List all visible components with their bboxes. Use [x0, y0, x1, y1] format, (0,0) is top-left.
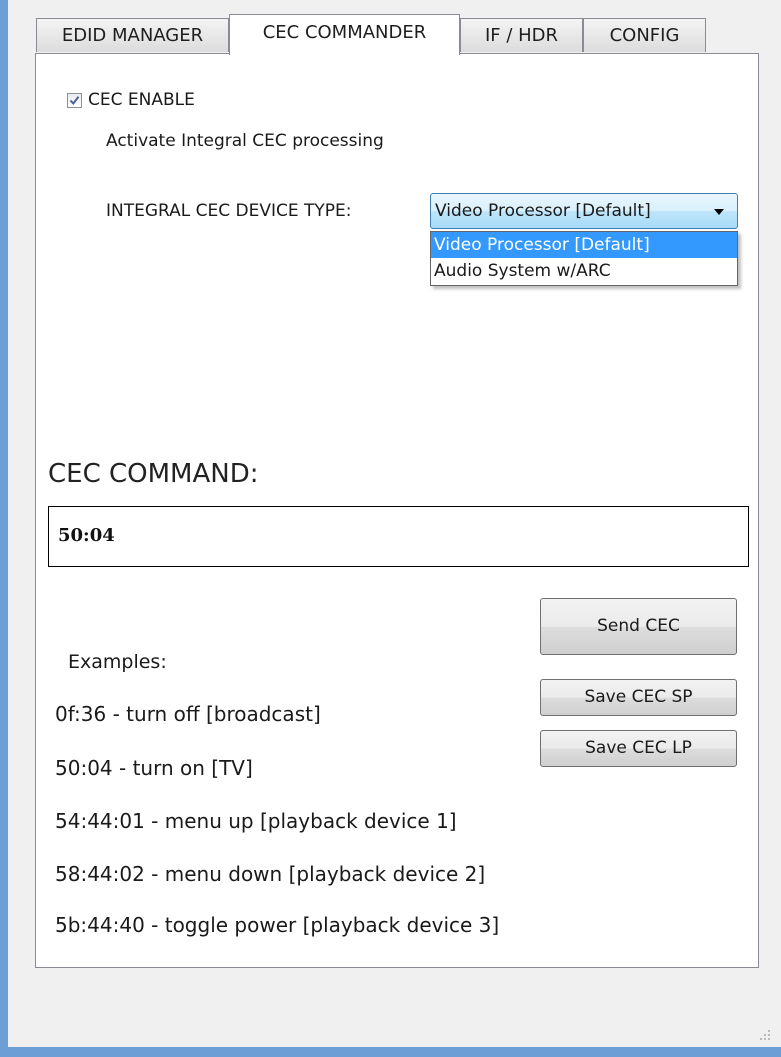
window-frame-right	[776, 0, 781, 1057]
tab-cec-commander[interactable]: CEC COMMANDER	[229, 14, 460, 55]
example-item: 5b:44:40 - toggle power [playback device…	[55, 913, 500, 937]
send-cec-button[interactable]: Send CEC	[540, 598, 737, 655]
device-type-label: INTEGRAL CEC DEVICE TYPE:	[106, 201, 352, 221]
tab-if-hdr[interactable]: IF / HDR	[460, 18, 583, 52]
cec-description: Activate Integral CEC processing	[106, 131, 384, 151]
example-item: 54:44:01 - menu up [playback device 1]	[55, 809, 457, 833]
checkmark-icon	[69, 96, 80, 106]
device-type-option-video-processor[interactable]: Video Processor [Default]	[431, 232, 737, 258]
window-frame-left	[0, 0, 8, 1057]
device-type-selected-value: Video Processor [Default]	[435, 201, 651, 221]
cec-command-title: CEC COMMAND:	[48, 459, 259, 489]
device-type-select[interactable]: Video Processor [Default]	[430, 193, 738, 229]
resize-grip-icon[interactable]	[758, 1028, 772, 1042]
tab-config[interactable]: CONFIG	[583, 18, 706, 52]
example-item: 50:04 - turn on [TV]	[55, 756, 253, 780]
device-type-dropdown-list: Video Processor [Default] Audio System w…	[430, 231, 738, 286]
device-type-option-audio-system[interactable]: Audio System w/ARC	[431, 258, 737, 284]
example-item: 0f:36 - turn off [broadcast]	[55, 702, 321, 726]
save-cec-sp-button[interactable]: Save CEC SP	[540, 679, 737, 716]
cec-command-input[interactable]: 50:04	[48, 506, 749, 567]
cec-enable-label[interactable]: CEC ENABLE	[88, 90, 195, 110]
example-item: 58:44:02 - menu down [playback device 2]	[55, 862, 486, 886]
window-frame-bottom	[0, 1047, 781, 1057]
cec-enable-checkbox[interactable]	[67, 93, 82, 108]
examples-title: Examples:	[68, 651, 167, 673]
tab-edid-manager[interactable]: EDID MANAGER	[36, 18, 229, 52]
save-cec-lp-button[interactable]: Save CEC LP	[540, 730, 737, 767]
chevron-down-icon[interactable]	[714, 209, 724, 215]
